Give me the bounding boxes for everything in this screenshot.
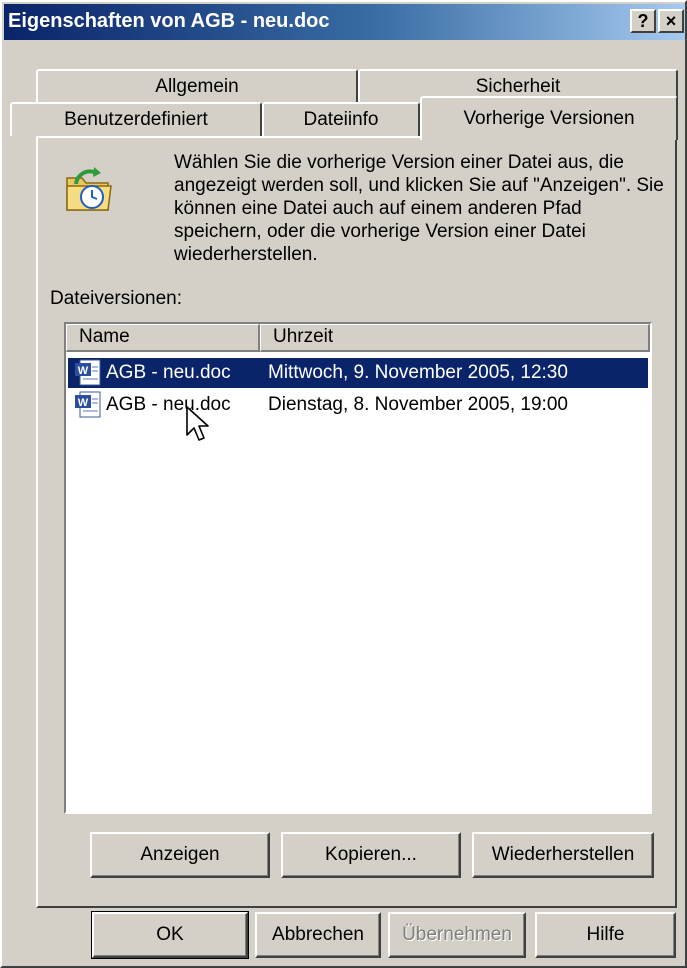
close-button[interactable]: × — [658, 9, 684, 33]
version-row[interactable]: W AGB - neu.doc Mittwoch, 9. November 20… — [68, 358, 648, 388]
dialog-title: Eigenschaften von AGB - neu.doc — [8, 10, 330, 32]
previous-versions-folder-icon — [66, 167, 112, 211]
tab-dateiinfo[interactable]: Dateiinfo — [262, 102, 420, 136]
version-row[interactable]: W AGB - neu.doc Dienstag, 8. November 20… — [68, 390, 648, 420]
apply-button[interactable]: Übernehmen — [388, 912, 526, 958]
copy-button[interactable]: Kopieren... — [281, 832, 461, 878]
list-header: Name Uhrzeit — [66, 324, 650, 352]
instructions-text: Wählen Sie die vorherige Version einer D… — [174, 152, 664, 265]
svg-text:W: W — [78, 365, 89, 377]
word-document-icon: W — [75, 391, 101, 418]
version-time: Mittwoch, 9. November 2005, 12:30 — [268, 362, 568, 383]
previous-versions-panel: Wählen Sie die vorherige Version einer D… — [36, 136, 677, 908]
help-button[interactable]: ? — [630, 9, 656, 33]
mouse-cursor-icon — [186, 406, 209, 441]
view-button[interactable]: Anzeigen — [90, 832, 270, 878]
title-bar[interactable]: Eigenschaften von AGB - neu.doc ? × — [4, 4, 685, 40]
cancel-button[interactable]: Abbrechen — [255, 912, 381, 958]
column-header-name[interactable]: Name — [66, 324, 260, 352]
properties-dialog: Eigenschaften von AGB - neu.doc ? × Allg… — [0, 0, 687, 968]
tab-allgemein[interactable]: Allgemein — [36, 69, 358, 103]
word-document-icon: W — [75, 359, 101, 386]
tab-vorherige-versionen[interactable]: Vorherige Versionen — [420, 96, 678, 140]
file-versions-list[interactable]: Name Uhrzeit W AGB - neu.doc Mittwoch, 9… — [64, 322, 652, 814]
file-versions-label: Dateiversionen: — [50, 288, 183, 309]
restore-button[interactable]: Wiederherstellen — [472, 832, 654, 878]
version-name: AGB - neu.doc — [106, 362, 231, 383]
version-time: Dienstag, 8. November 2005, 19:00 — [268, 394, 568, 415]
svg-text:W: W — [78, 397, 89, 409]
tab-benutzerdefiniert[interactable]: Benutzerdefiniert — [10, 102, 262, 136]
ok-button[interactable]: OK — [91, 911, 249, 959]
help-footer-button[interactable]: Hilfe — [535, 912, 676, 958]
column-header-time[interactable]: Uhrzeit — [260, 324, 650, 352]
